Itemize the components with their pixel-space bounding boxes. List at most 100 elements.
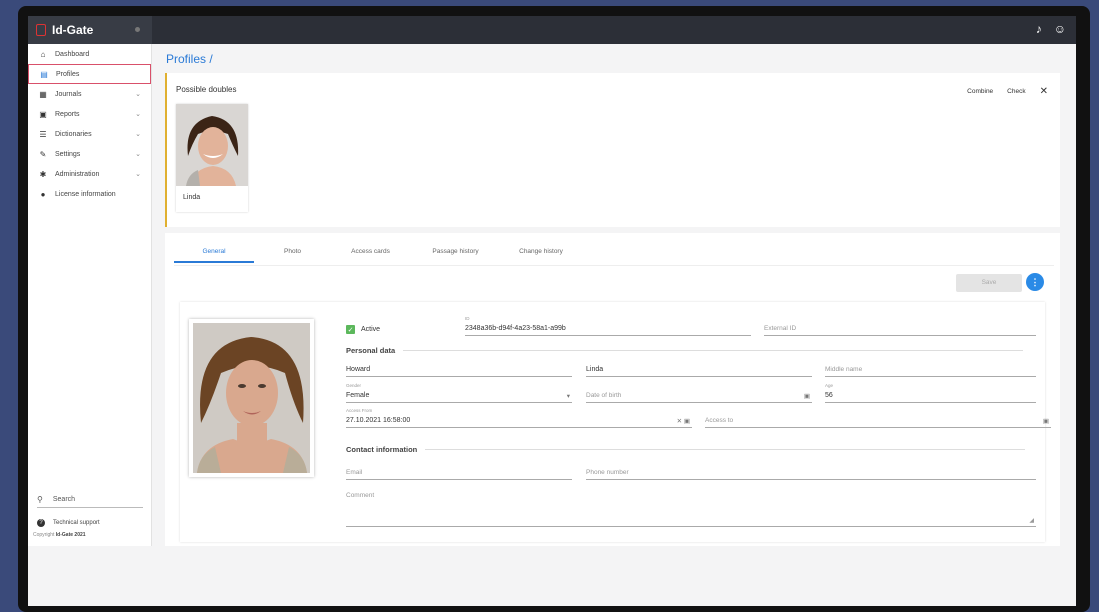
id-value: 2348a36b-d94f-4a23-58a1-a99b — [465, 325, 566, 332]
middle-name-field[interactable]: Middle name — [825, 363, 1036, 377]
gender-value: Female — [346, 392, 370, 399]
id-label: ID — [465, 316, 470, 321]
date-of-birth-placeholder: Date of birth — [586, 392, 622, 399]
sidebar-item-label: Dictionaries — [55, 130, 92, 138]
tabs-divider — [174, 265, 1054, 266]
last-name-value: Howard — [346, 366, 371, 373]
sidebar-item-label: License information — [55, 190, 116, 198]
search-icon: ⚲ — [37, 495, 43, 504]
tab-photo[interactable]: Photo — [254, 243, 331, 263]
user-icon[interactable]: ☺ — [1054, 22, 1066, 36]
support-label: Technical support — [53, 520, 100, 526]
first-name-value: Linda — [586, 366, 604, 373]
comment-field[interactable]: Comment ◢ — [346, 492, 1036, 527]
gear-icon: ✱ — [39, 169, 47, 179]
phone-number-field[interactable]: Phone number — [586, 466, 1036, 480]
home-icon: ⌂ — [40, 49, 46, 59]
contact-info-label: Contact information — [346, 445, 418, 454]
table-icon: ▦ — [39, 89, 47, 99]
logo-icon — [36, 24, 46, 36]
access-to-field[interactable]: Access to ▣ — [705, 414, 1051, 428]
top-icons: ♪ ☺ — [1036, 22, 1066, 36]
sidebar-item-administration[interactable]: ✱ Administration ⌄ — [28, 164, 151, 184]
top-bar: Id-Gate ♪ ☺ — [28, 16, 1076, 44]
copyright-brand: Id-Gate 2021 — [55, 532, 86, 538]
chevron-down-icon: ⌄ — [135, 91, 141, 98]
email-field[interactable]: Email — [346, 466, 572, 480]
first-name-field[interactable]: Linda — [586, 363, 812, 377]
sidebar-item-label: Reports — [55, 110, 80, 118]
doubles-title: Possible doubles — [176, 85, 237, 94]
sidebar-toggle-icon[interactable] — [135, 27, 140, 32]
sidebar-item-label: Administration — [55, 170, 100, 178]
access-from-field[interactable]: Access From 27.10.2021 16:58:00 ✕ ▣ — [346, 408, 692, 428]
age-label: Age — [825, 383, 834, 388]
double-name: Linda — [183, 194, 201, 201]
dropdown-arrow-icon: ▾ — [566, 393, 570, 400]
personal-data-label: Personal data — [346, 346, 396, 355]
resize-handle-icon[interactable]: ◢ — [1029, 517, 1034, 524]
date-of-birth-field[interactable]: Date of birth ▣ — [586, 389, 812, 403]
calendar-icon[interactable]: ▣ — [1043, 417, 1049, 425]
technical-support-link[interactable]: ? Technical support — [28, 514, 152, 532]
profile-form: ✓ Active ID 2348a36b-d94f-4a23-58a1-a99b… — [180, 302, 1051, 542]
sidebar-item-license[interactable]: ● License information — [28, 184, 151, 204]
sidebar-item-reports[interactable]: ▣ Reports ⌄ — [28, 104, 151, 124]
app-name: Id-Gate — [52, 23, 94, 37]
age-value: 56 — [825, 392, 833, 399]
double-card[interactable]: Linda — [176, 104, 248, 212]
user-icon: ● — [40, 189, 46, 199]
access-from-label: Access From — [346, 408, 373, 413]
checkmark-icon: ✓ — [346, 325, 355, 334]
sidebar-item-label: Journals — [55, 90, 82, 98]
chevron-down-icon: ⌄ — [135, 131, 141, 138]
email-placeholder: Email — [346, 469, 363, 476]
bell-icon[interactable]: ♪ — [1036, 22, 1042, 36]
external-id-field[interactable]: External ID — [764, 322, 1036, 336]
sidebar-footer: ⚲ Search ? Technical support Copyright I… — [28, 492, 152, 546]
sidebar-item-profiles[interactable]: ▤ Profiles — [28, 64, 151, 84]
id-card-icon: ▤ — [40, 69, 48, 79]
profile-photo-frame[interactable] — [189, 319, 314, 477]
sidebar-search[interactable]: ⚲ Search — [37, 492, 143, 508]
last-name-field[interactable]: Howard — [346, 363, 572, 377]
combine-button[interactable]: Combine — [967, 88, 993, 95]
sidebar-item-label: Settings — [55, 150, 81, 158]
check-button[interactable]: Check — [1007, 88, 1025, 95]
sidebar-item-dashboard[interactable]: ⌂ Dashboard — [28, 44, 151, 64]
copyright-prefix: Copyright — [33, 532, 56, 538]
gender-select[interactable]: Gender Female ▾ — [346, 383, 572, 403]
age-field[interactable]: Age 56 — [825, 383, 1036, 403]
sidebar-item-journals[interactable]: ▦ Journals ⌄ — [28, 84, 151, 104]
tab-passage-history[interactable]: Passage history — [410, 243, 501, 263]
double-photo — [176, 104, 248, 186]
active-checkbox[interactable]: ✓ Active — [346, 325, 380, 334]
profile-tabs: General Photo Access cards Passage histo… — [174, 243, 581, 263]
tab-general[interactable]: General — [174, 243, 254, 263]
sidebar-item-label: Profiles — [56, 70, 80, 78]
sidebar: ⌂ Dashboard ▤ Profiles ▦ Journals ⌄ ▣ Re… — [28, 44, 152, 546]
close-icon[interactable]: ✕ — [1040, 86, 1048, 97]
list-icon: ☰ — [39, 129, 47, 139]
tab-change-history[interactable]: Change history — [501, 243, 581, 263]
document-icon: ▣ — [39, 109, 47, 119]
contact-info-title: Contact information — [346, 445, 1026, 454]
sidebar-item-dictionaries[interactable]: ☰ Dictionaries ⌄ — [28, 124, 151, 144]
search-label: Search — [52, 496, 76, 503]
id-field[interactable]: ID 2348a36b-d94f-4a23-58a1-a99b — [465, 316, 751, 336]
more-options-button[interactable]: ⋮ — [1026, 273, 1044, 291]
middle-name-placeholder: Middle name — [825, 366, 863, 373]
section-rule — [403, 350, 1024, 351]
chevron-down-icon: ⌄ — [135, 151, 141, 158]
external-id-placeholder: External ID — [764, 325, 797, 332]
brand: Id-Gate — [28, 16, 152, 44]
app-screen: Id-Gate ♪ ☺ ⌂ Dashboard ▤ Profiles ▦ Jou… — [28, 16, 1076, 606]
tab-access-cards[interactable]: Access cards — [331, 243, 410, 263]
gender-label: Gender — [346, 383, 362, 388]
save-button[interactable]: Save — [956, 274, 1022, 292]
clear-and-calendar-icons[interactable]: ✕ ▣ — [677, 417, 690, 425]
sidebar-item-settings[interactable]: ✎ Settings ⌄ — [28, 144, 151, 164]
personal-data-title: Personal data — [346, 346, 1024, 355]
calendar-icon[interactable]: ▣ — [804, 392, 810, 400]
access-to-placeholder: Access to — [705, 417, 734, 424]
